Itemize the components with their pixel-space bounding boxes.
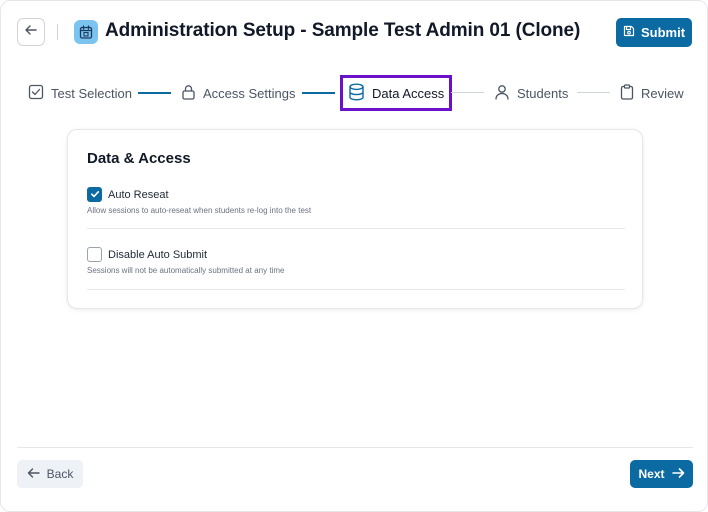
option-auto-reseat: Auto Reseat Allow sessions to auto-resea… xyxy=(87,187,625,215)
auto-reseat-description: Allow sessions to auto-reseat when stude… xyxy=(87,206,312,215)
database-icon xyxy=(348,83,365,104)
card-title: Data & Access xyxy=(87,150,191,167)
step-label: Review xyxy=(641,86,684,101)
step-connector xyxy=(577,92,610,93)
data-access-card: Data & Access Auto Reseat Allow sessions… xyxy=(67,129,643,309)
header-back-button[interactable] xyxy=(17,18,45,46)
step-connector xyxy=(302,92,335,94)
save-icon xyxy=(623,25,635,40)
page-header: Administration Setup - Sample Test Admin… xyxy=(0,0,708,64)
option-divider xyxy=(87,289,625,290)
arrow-left-icon xyxy=(24,23,38,42)
step-label: Access Settings xyxy=(203,86,296,101)
step-data-access[interactable]: Data Access xyxy=(340,75,453,111)
next-button[interactable]: Next xyxy=(630,460,693,488)
user-icon xyxy=(494,84,510,103)
auto-reseat-checkbox[interactable] xyxy=(87,187,102,202)
step-test-selection[interactable]: Test Selection xyxy=(28,84,132,103)
arrow-left-icon xyxy=(27,467,40,482)
disable-auto-submit-description: Sessions will not be automatically submi… xyxy=(87,266,285,275)
step-connector xyxy=(451,92,484,93)
step-connector xyxy=(138,92,171,94)
header-divider xyxy=(57,24,58,40)
checkmark-icon xyxy=(90,186,100,204)
footer-divider xyxy=(17,447,693,448)
step-access-settings[interactable]: Access Settings xyxy=(181,84,296,103)
arrow-right-icon xyxy=(671,467,685,482)
step-students[interactable]: Students xyxy=(494,84,568,103)
back-button[interactable]: Back xyxy=(17,460,83,488)
clipboard-icon xyxy=(620,84,634,103)
step-label: Data Access xyxy=(372,85,445,101)
auto-reseat-label[interactable]: Auto Reseat xyxy=(108,189,169,201)
disable-auto-submit-label[interactable]: Disable Auto Submit xyxy=(108,249,207,261)
step-review[interactable]: Review xyxy=(620,84,684,103)
back-button-label: Back xyxy=(46,467,74,481)
step-label: Students xyxy=(517,86,569,101)
lock-icon xyxy=(181,84,196,103)
option-divider xyxy=(87,228,625,229)
submit-button[interactable]: Submit xyxy=(616,18,692,47)
disable-auto-submit-checkbox[interactable] xyxy=(87,247,102,262)
setup-stepper: Test Selection Access Settings Data Acce… xyxy=(0,74,708,112)
next-button-label: Next xyxy=(638,467,665,481)
option-disable-auto-submit: Disable Auto Submit Sessions will not be… xyxy=(87,247,625,275)
calendar-app-icon xyxy=(74,20,98,44)
submit-button-label: Submit xyxy=(640,25,686,40)
step-label: Test Selection xyxy=(51,86,132,101)
checkbox-icon xyxy=(28,84,44,103)
page-title: Administration Setup - Sample Test Admin… xyxy=(105,20,581,41)
